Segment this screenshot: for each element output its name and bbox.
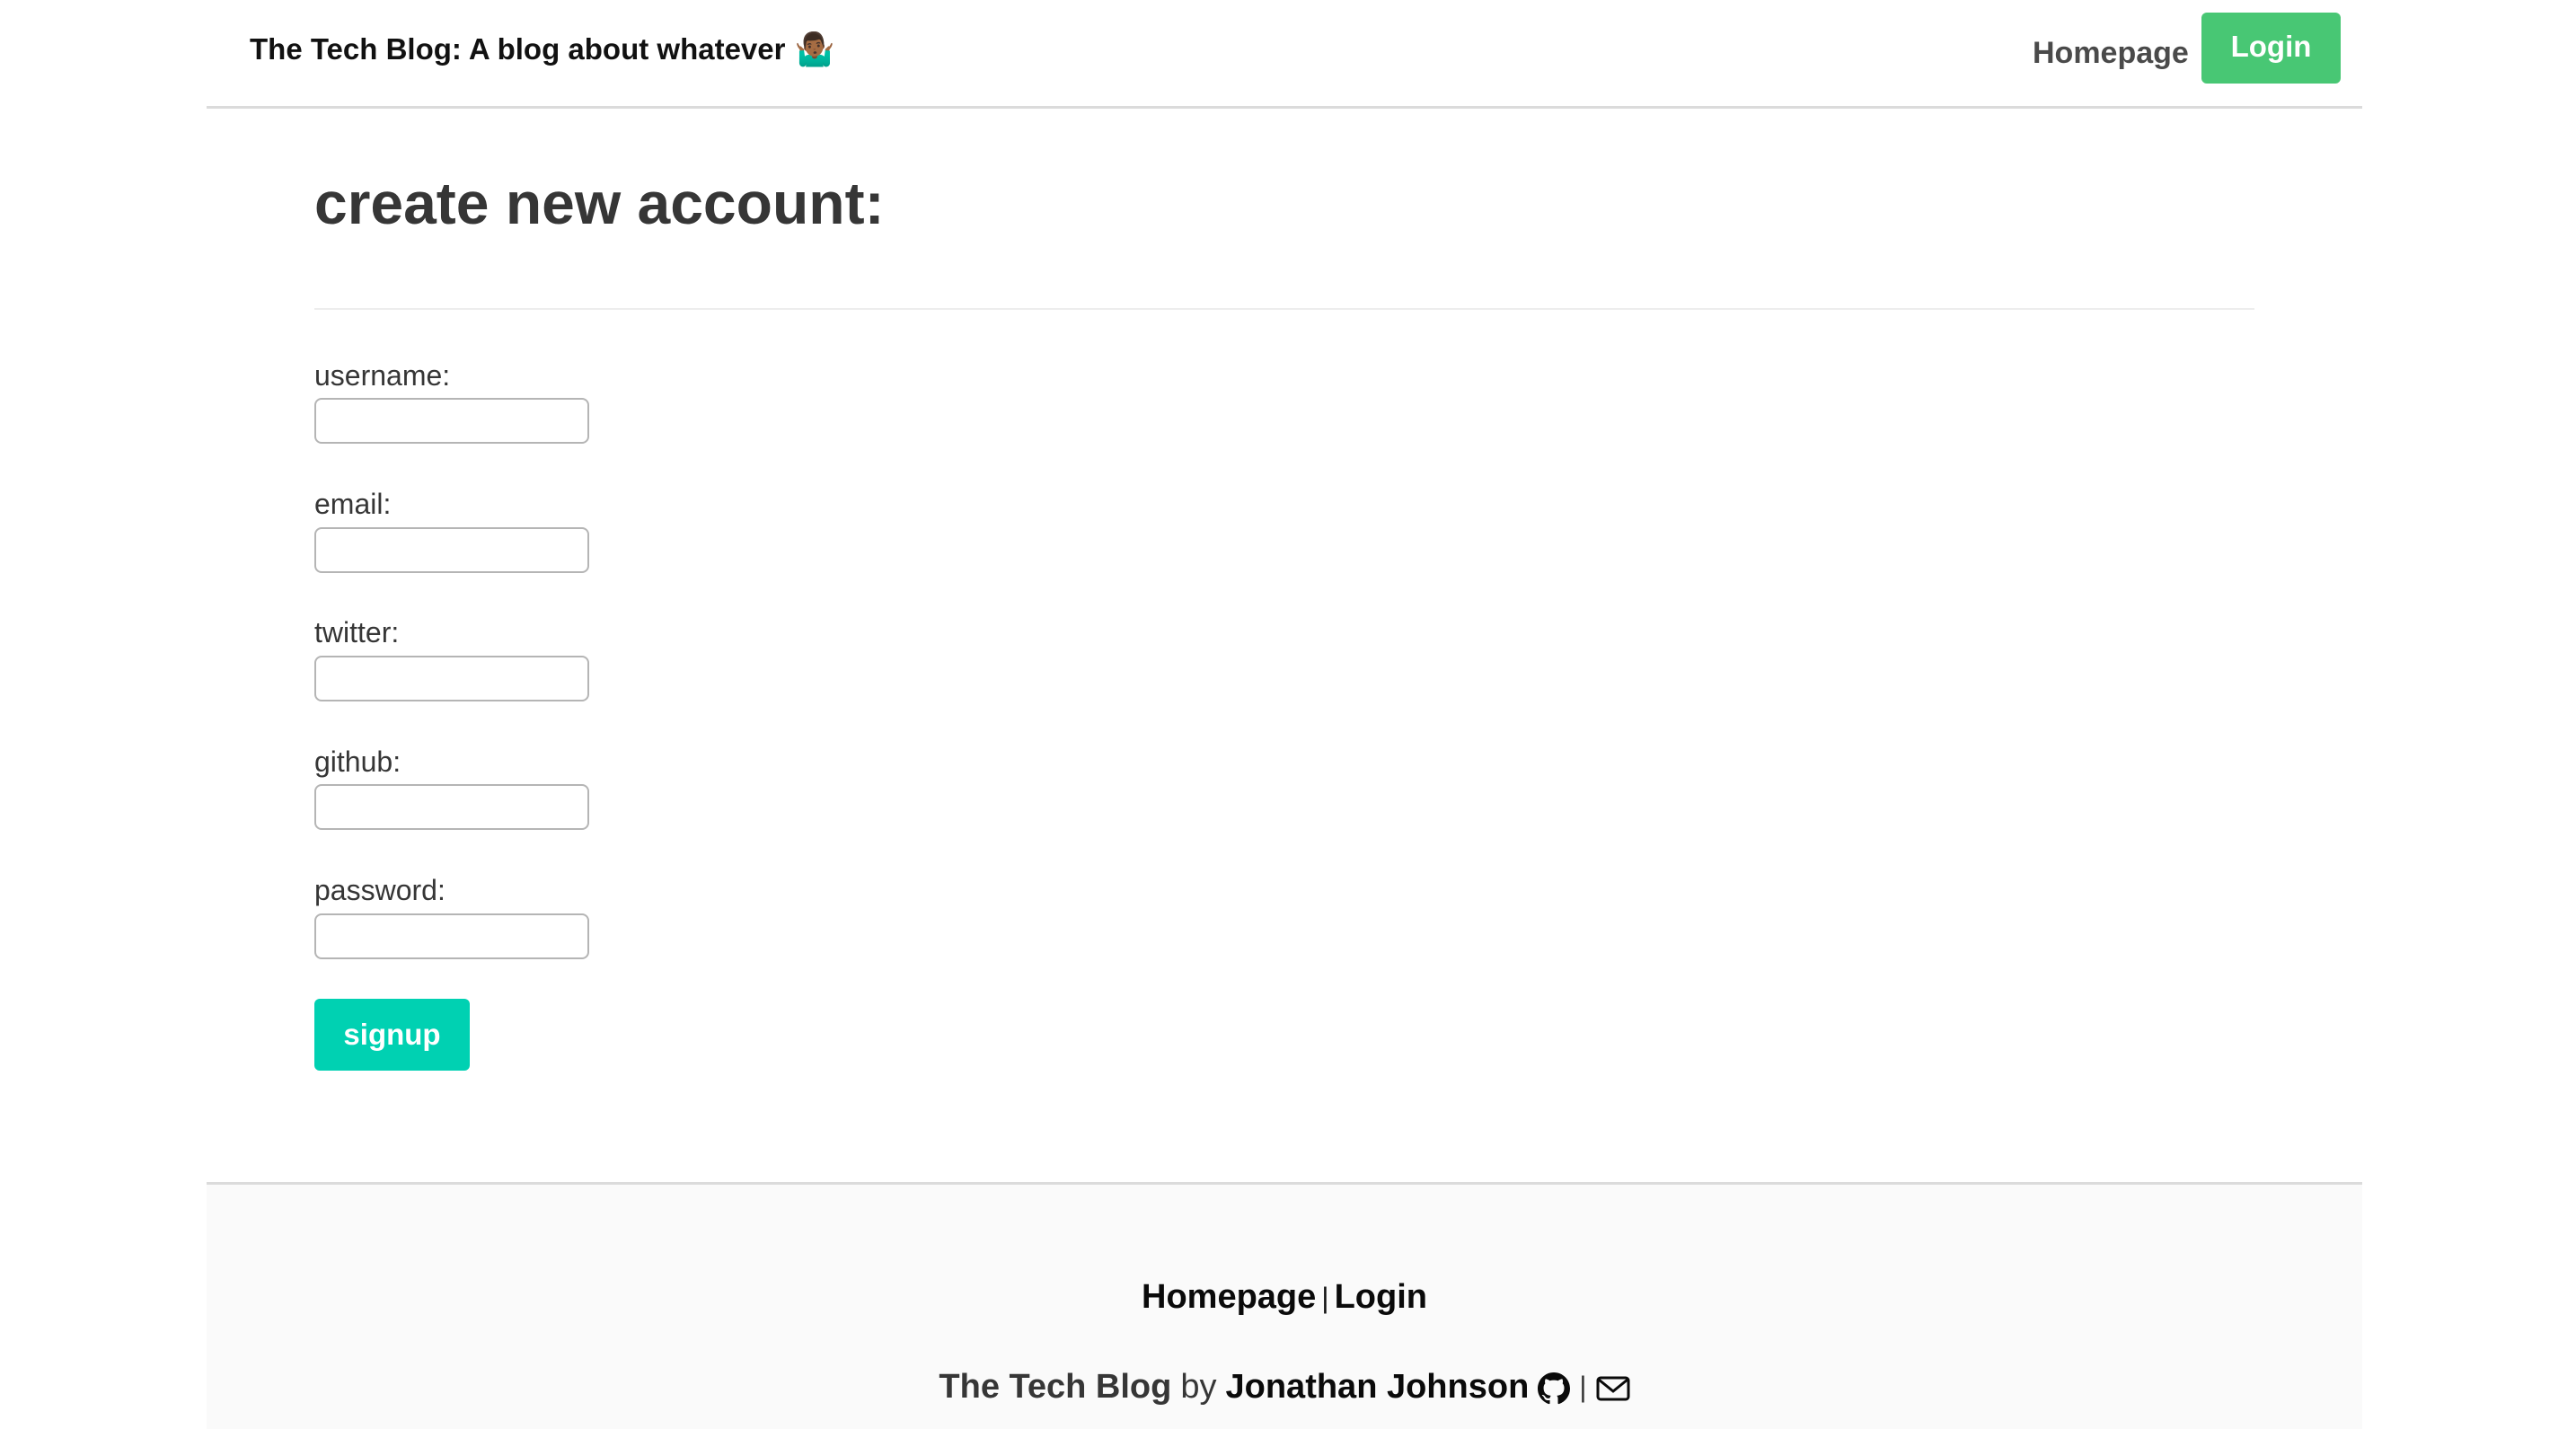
email-input[interactable]: [314, 527, 589, 573]
envelope-icon[interactable]: [1596, 1368, 1630, 1407]
nav-homepage-link[interactable]: Homepage: [2033, 36, 2189, 71]
password-label: password:: [314, 874, 446, 906]
footer: Homepage | Login The Tech Blog by Jonathan…: [207, 1182, 2362, 1429]
username-input[interactable]: [314, 398, 589, 444]
nav-login-button[interactable]: Login: [2201, 13, 2341, 84]
shrug-emoji-icon: 🤷🏾‍♂️: [794, 31, 835, 67]
brand[interactable]: The Tech Blog: A blog about whatever 🤷🏾‍…: [250, 32, 834, 66]
github-input[interactable]: [314, 784, 589, 830]
footer-by: by: [1180, 1368, 1217, 1406]
footer-author-link[interactable]: Jonathan Johnson: [1226, 1368, 1530, 1407]
footer-site-name: The Tech Blog: [939, 1368, 1172, 1406]
footer-icon-separator: |: [1579, 1371, 1587, 1403]
signup-button[interactable]: signup: [314, 999, 470, 1071]
footer-login-link[interactable]: Login: [1335, 1278, 1427, 1316]
page-title: create new account:: [314, 170, 885, 236]
brand-title[interactable]: The Tech Blog: A blog about whatever: [250, 32, 785, 66]
twitter-input[interactable]: [314, 656, 589, 701]
email-label: email:: [314, 488, 392, 520]
footer-credit: The Tech Blog by Jonathan Johnson |: [207, 1368, 2362, 1407]
github-label: github:: [314, 745, 401, 778]
username-label: username:: [314, 359, 451, 392]
footer-links: Homepage | Login: [207, 1278, 2362, 1317]
divider: [314, 308, 2254, 310]
footer-link-separator: |: [1321, 1282, 1329, 1314]
footer-homepage-link[interactable]: Homepage: [1142, 1278, 1316, 1316]
password-input[interactable]: [314, 913, 589, 959]
twitter-label: twitter:: [314, 616, 400, 648]
page-container: The Tech Blog: A blog about whatever 🤷🏾‍…: [207, 0, 2362, 1429]
github-icon[interactable]: [1538, 1368, 1571, 1407]
navbar: The Tech Blog: A blog about whatever 🤷🏾‍…: [207, 0, 2362, 109]
